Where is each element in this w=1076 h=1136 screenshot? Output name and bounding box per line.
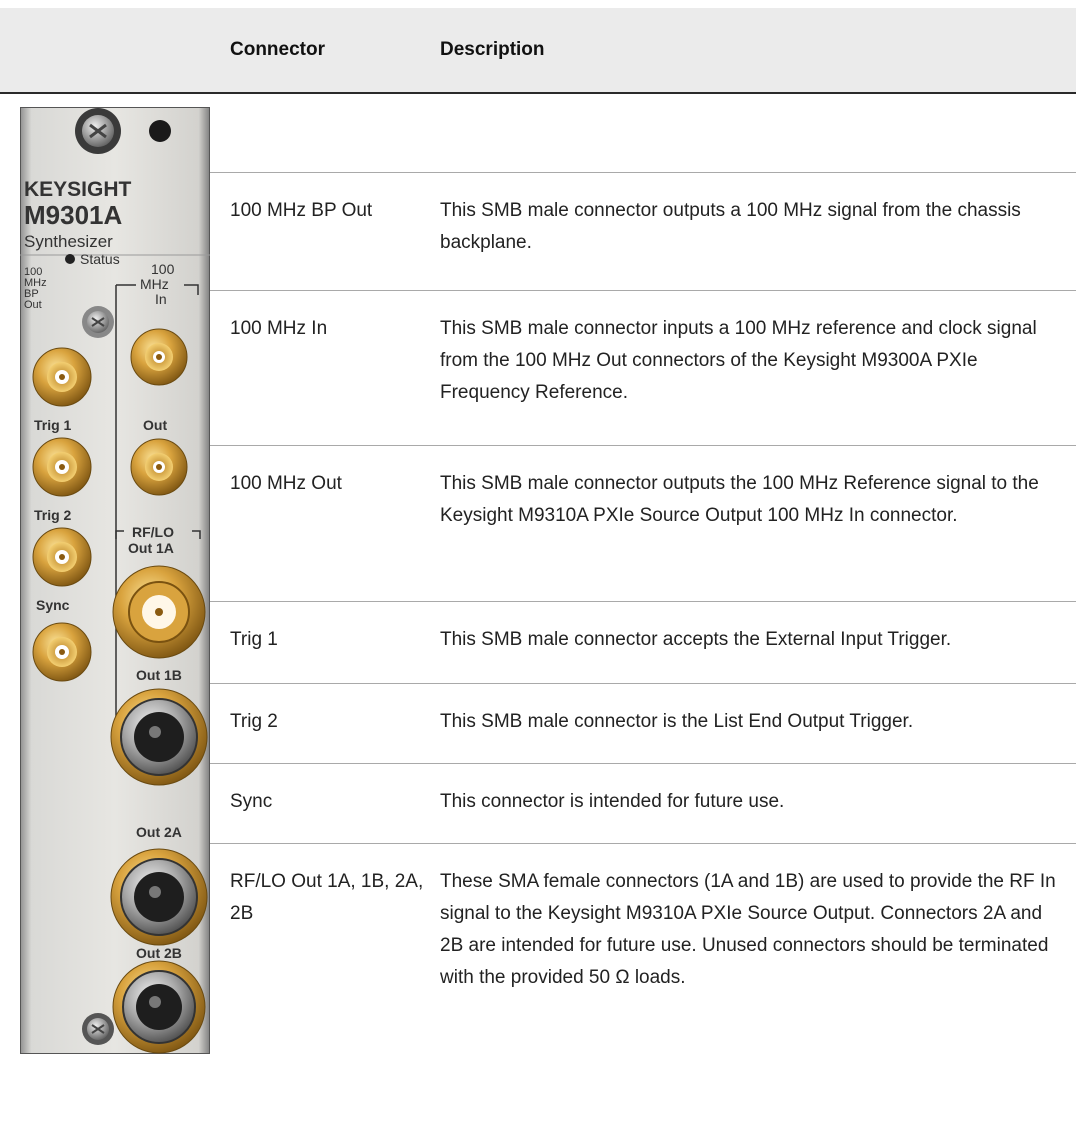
panel-label-out2b: Out 2B: [136, 945, 182, 961]
sma-connector-out-2b-icon: [112, 960, 206, 1054]
sma-connector-out-1b-icon: [110, 688, 208, 786]
sma-connector-out-1a-icon: [112, 565, 206, 659]
status-led-icon: [65, 254, 75, 264]
panel-brand: KEYSIGHT: [24, 178, 132, 201]
middle-screw-icon: [82, 306, 114, 338]
smb-connector-sync-icon: [32, 622, 92, 682]
header-description: Description: [440, 39, 545, 60]
panel-label-out1b: Out 1B: [136, 667, 182, 683]
table-row: Sync This connector is intended for futu…: [210, 763, 1076, 844]
row-description: This connector is intended for future us…: [440, 791, 785, 812]
table-row: Trig 2 This SMB male connector is the Li…: [210, 683, 1076, 764]
sma-connector-out-2a-icon: [110, 848, 208, 946]
row-description: This SMB male connector accepts the Exte…: [440, 629, 952, 650]
row-connector-name: Trig 2: [230, 711, 278, 732]
smb-connector-trig2-icon: [32, 527, 92, 587]
row-connector-name: RF/LO Out 1A, 1B, 2A, 2B: [230, 871, 424, 924]
panel-label-out2a: Out 2A: [136, 824, 182, 840]
table-row: 100 MHz In This SMB male connector input…: [210, 290, 1076, 446]
m9301a-front-panel-image: KEYSIGHT M9301A Synthesizer Status 100 M…: [20, 107, 210, 1054]
row-connector-name: Trig 1: [230, 629, 278, 650]
panel-label-in-3: In: [155, 291, 167, 307]
panel-label-status: Status: [80, 251, 120, 267]
row-description: This SMB male connector outputs the 100 …: [440, 473, 1039, 526]
row-connector-name: 100 MHz Out: [230, 473, 342, 494]
smb-connector-trig1-icon: [32, 437, 92, 497]
led-hole-icon: [149, 120, 171, 142]
table-row: Trig 1 This SMB male connector accepts t…: [210, 601, 1076, 684]
panel-label-bp-4: Out: [24, 299, 42, 311]
table-header: Connector Description: [0, 8, 1076, 94]
smb-connector-100mhz-in-icon: [130, 328, 188, 386]
header-connector: Connector: [230, 39, 325, 60]
row-description: This SMB male connector is the List End …: [440, 711, 914, 732]
panel-label-trig2: Trig 2: [34, 507, 72, 523]
row-description: This SMB male connector inputs a 100 MHz…: [440, 318, 1037, 403]
row-connector-name: 100 MHz BP Out: [230, 200, 373, 221]
row-connector-name: 100 MHz In: [230, 318, 328, 339]
table-row: RF/LO Out 1A, 1B, 2A, 2B These SMA femal…: [210, 843, 1076, 1024]
top-screw-icon: [75, 108, 121, 154]
row-description: This SMB male connector outputs a 100 MH…: [440, 200, 1021, 253]
bottom-screw-icon: [82, 1013, 114, 1045]
panel-label-out: Out: [143, 417, 167, 433]
panel-model: M9301A: [24, 200, 122, 230]
panel-label-in-2: MHz: [140, 276, 169, 292]
table-row: 100 MHz BP Out This SMB male connector o…: [210, 172, 1076, 291]
panel-label-rflo-2: Out 1A: [128, 540, 174, 556]
table-row: 100 MHz Out This SMB male connector outp…: [210, 445, 1076, 602]
panel-label-sync: Sync: [36, 597, 70, 613]
row-description: These SMA female connectors (1A and 1B) …: [440, 871, 1056, 988]
panel-label-trig1: Trig 1: [34, 417, 72, 433]
smb-connector-100mhz-out-icon: [130, 438, 188, 496]
smb-connector-bp-out-icon: [32, 347, 92, 407]
panel-subtitle: Synthesizer: [24, 232, 113, 251]
panel-label-rflo-1: RF/LO: [132, 524, 174, 540]
row-connector-name: Sync: [230, 791, 273, 812]
panel-label-in-1: 100: [151, 261, 175, 277]
